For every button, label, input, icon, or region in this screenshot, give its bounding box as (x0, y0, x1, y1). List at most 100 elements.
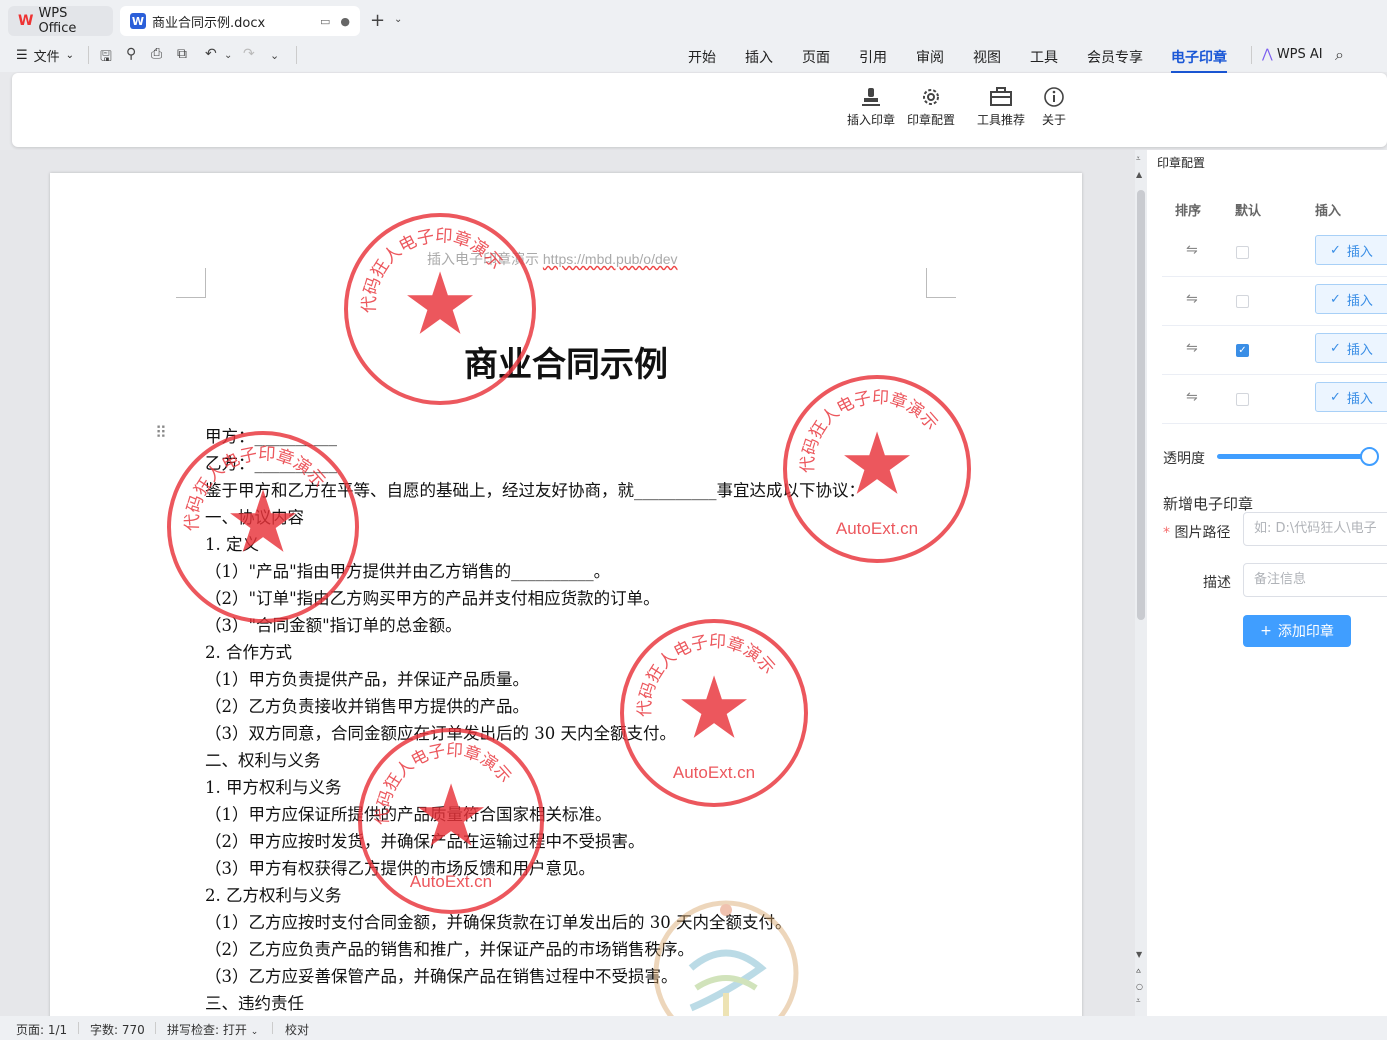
seal-config-panel: 印章配置 排序 默认 插入 ⇋ ✓ 插入 ⇋ ✓ 插入 ⇋ ✓ ✓ 插入 ⇋ ✓ 插入 … (1147, 150, 1387, 1016)
header-link[interactable]: https://mbd.pub/o/dev (543, 251, 678, 267)
ai-icon: ⋀ (1262, 47, 1273, 62)
seal-config-button[interactable]: 印章配置 (907, 83, 955, 128)
add-seal-button[interactable]: + 添加印章 (1243, 615, 1351, 647)
word-count[interactable]: 字数: 770 (90, 1021, 145, 1038)
insert-button[interactable]: ✓ 插入 (1315, 284, 1387, 314)
insert-button[interactable]: ✓ 插入 (1315, 235, 1387, 265)
tab-references[interactable]: 引用 (859, 47, 887, 67)
title-bar: W WPS Office W 商业合同示例.docx ▭ ● + ⌄ (0, 0, 1387, 40)
wps-ai-button[interactable]: ⋀ WPS AI (1262, 47, 1323, 62)
hand-drawn-seal-image[interactable] (651, 898, 801, 1016)
search-icon[interactable]: ⌕ (1335, 45, 1344, 65)
new-seal-heading: 新增电子印章 (1163, 495, 1254, 513)
document-page[interactable]: 插入电子印章演示 https://mbd.pub/o/dev 商业合同示例 ⠿ … (50, 173, 1082, 1016)
tab-tools[interactable]: 工具 (1030, 47, 1058, 67)
seal-bottom-text: AutoExt.cn (672, 763, 756, 782)
image-path-input[interactable]: 如: D:\代码狂人\电子 (1243, 512, 1387, 546)
column-header-sort: 排序 (1175, 204, 1202, 219)
prev-page-icon[interactable]: ⩟ (1136, 966, 1141, 976)
seal-stamp[interactable]: 代码狂人电子印章演示 ★ AutoExt.cn (620, 619, 808, 807)
insert-button[interactable]: ✓ 插入 (1315, 333, 1387, 363)
chevron-down-icon: ⌄ (250, 1027, 259, 1037)
scrollbar-thumb[interactable] (1137, 190, 1145, 620)
tab-wps-office[interactable]: W WPS Office (8, 6, 113, 36)
page-count[interactable]: 页面: 1/1 (16, 1021, 67, 1038)
star-icon: ★ (838, 414, 916, 515)
scroll-down-icon[interactable]: ▼ (1136, 950, 1142, 959)
new-tab-button[interactable]: + (370, 10, 385, 31)
seal-row: ⇋ ✓ ✓ 插入 (1162, 326, 1387, 375)
star-icon: ★ (224, 472, 302, 573)
drag-handle-icon[interactable]: ⠿ (155, 423, 167, 442)
opacity-slider-handle[interactable] (1360, 447, 1379, 466)
insert-label: 插入 (1346, 244, 1373, 260)
default-checkbox[interactable] (1236, 393, 1249, 406)
unsaved-dot-icon[interactable]: ● (340, 15, 350, 28)
panel-title: 印章配置 (1157, 156, 1206, 170)
margin-corner (926, 268, 956, 298)
spell-check-toggle[interactable]: 拼写检查: 打开 ⌄ (167, 1021, 258, 1038)
proofread-button[interactable]: 校对 (285, 1021, 309, 1038)
insert-label: 插入 (1346, 293, 1373, 309)
wps-logo-icon: W (18, 13, 34, 29)
tab-home[interactable]: 开始 (688, 47, 716, 67)
description-input[interactable]: 备注信息 (1243, 563, 1387, 597)
doc-line: （1）甲方负责提供产品，并保证产品质量。 (205, 670, 529, 689)
doc-line: 1. 甲方权利与义务 (205, 778, 342, 797)
tool-recommend-button[interactable]: 工具推荐 (977, 83, 1025, 128)
seal-stamp[interactable]: 代码狂人电子印章演示 ★ AutoExt.cn (358, 728, 544, 914)
menu-bar: ☰ 文件 ⌄ 🖫 ⚲ ⎙ ⧉ ↶ ⌄ ↷ ⌄ 开始 插入 页面 引用 审阅 视图… (0, 40, 1387, 73)
ribbon-panel: 插入印章 印章配置 工具推荐 关于 (12, 73, 1387, 147)
toolbox-icon (989, 83, 1013, 111)
stamp-icon (860, 83, 882, 111)
default-checkbox[interactable]: ✓ (1236, 344, 1249, 357)
insert-seal-button[interactable]: 插入印章 (847, 83, 895, 128)
default-checkbox[interactable] (1236, 295, 1249, 308)
margin-corner (176, 268, 206, 298)
select-browse-icon[interactable]: ○ (1136, 982, 1143, 991)
image-path-label: * 图片路径 (1163, 525, 1231, 541)
tool-recommend-label: 工具推荐 (977, 113, 1026, 127)
doc-line: 二、权利与义务 (205, 751, 321, 770)
scroll-up-icon[interactable]: ▲ (1136, 170, 1142, 179)
chevron-down-icon[interactable]: ⌄ (394, 14, 402, 25)
column-header-insert: 插入 (1315, 204, 1342, 219)
tab-insert[interactable]: 插入 (745, 47, 773, 67)
monitor-icon[interactable]: ▭ (320, 15, 330, 28)
document-area: 插入电子印章演示 https://mbd.pub/o/dev 商业合同示例 ⠿ … (0, 150, 1135, 1016)
tab-e-seal[interactable]: 电子印章 (1171, 47, 1227, 73)
sort-handle-icon[interactable]: ⇋ (1186, 340, 1198, 356)
tab-page[interactable]: 页面 (802, 47, 830, 67)
about-button[interactable]: 关于 (1042, 83, 1066, 128)
column-header-default: 默认 (1235, 204, 1262, 219)
check-icon: ✓ (1330, 340, 1341, 356)
opacity-slider-track[interactable] (1217, 454, 1369, 459)
image-path-label-text: 图片路径 (1174, 525, 1231, 541)
seal-stamp[interactable]: 代码狂人电子印章演示 ★ AutoExt.cn (783, 375, 971, 563)
check-icon: ✓ (1330, 242, 1341, 258)
description-label: 描述 (1203, 575, 1231, 591)
tab-label: 商业合同示例.docx (152, 15, 266, 31)
tab-label: WPS Office (38, 6, 77, 36)
tab-review[interactable]: 审阅 (916, 47, 944, 67)
next-page-icon[interactable]: ⩡ (1136, 996, 1141, 1006)
seal-stamp[interactable]: 代码狂人电子印章演示 ★ (344, 213, 536, 405)
insert-button[interactable]: ✓ 插入 (1315, 382, 1387, 412)
wps-ai-label: WPS AI (1276, 47, 1323, 62)
sort-handle-icon[interactable]: ⇋ (1186, 291, 1198, 307)
sort-handle-icon[interactable]: ⇋ (1186, 242, 1198, 258)
seal-stamp[interactable]: 代码狂人电子印章演示 ★ (167, 431, 359, 623)
check-icon: ✓ (1330, 291, 1341, 307)
status-bar: 页面: 1/1 字数: 770 拼写检查: 打开 ⌄ 校对 (0, 1016, 1387, 1040)
default-checkbox[interactable] (1236, 246, 1249, 259)
star-icon: ★ (412, 766, 490, 867)
tab-member[interactable]: 会员专享 (1087, 47, 1143, 67)
tab-document[interactable]: W 商业合同示例.docx ▭ ● (120, 6, 360, 36)
word-doc-icon: W (130, 13, 146, 29)
vertical-scrollbar[interactable]: ⩡ ▲ ▼ ⩟ ○ ⩡ (1135, 150, 1147, 1016)
add-seal-label: 添加印章 (1277, 624, 1334, 640)
sort-handle-icon[interactable]: ⇋ (1186, 389, 1198, 405)
scroll-top-icon[interactable]: ⩡ (1136, 154, 1141, 164)
opacity-label: 透明度 (1163, 451, 1205, 467)
tab-view[interactable]: 视图 (973, 47, 1001, 67)
